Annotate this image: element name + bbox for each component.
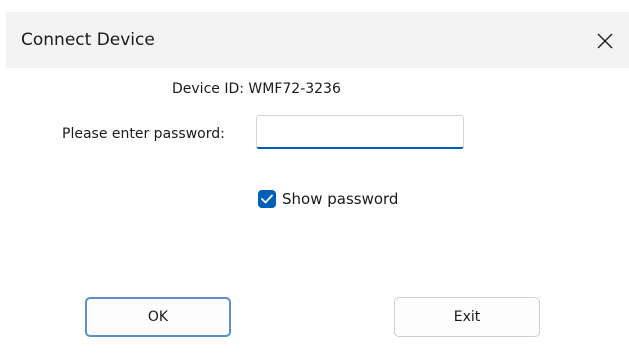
close-icon <box>597 33 613 49</box>
dialog-body: Device ID: WMF72-3236 Please enter passw… <box>6 68 629 352</box>
connect-device-dialog: Connect Device Device ID: WMF72-3236 Ple… <box>6 12 629 352</box>
close-button[interactable] <box>585 12 629 68</box>
ok-button[interactable]: OK <box>85 297 231 337</box>
title-bar: Connect Device <box>6 12 629 68</box>
device-id-text: Device ID: WMF72-3236 <box>172 81 341 97</box>
show-password-label: Show password <box>282 190 399 208</box>
show-password-checkbox[interactable]: Show password <box>258 190 398 208</box>
checkmark-icon <box>261 194 273 204</box>
window-title: Connect Device <box>21 30 155 50</box>
password-field[interactable] <box>256 115 464 149</box>
exit-button[interactable]: Exit <box>394 297 540 337</box>
checkbox-checked[interactable] <box>258 190 276 208</box>
password-label: Please enter password: <box>62 126 225 142</box>
